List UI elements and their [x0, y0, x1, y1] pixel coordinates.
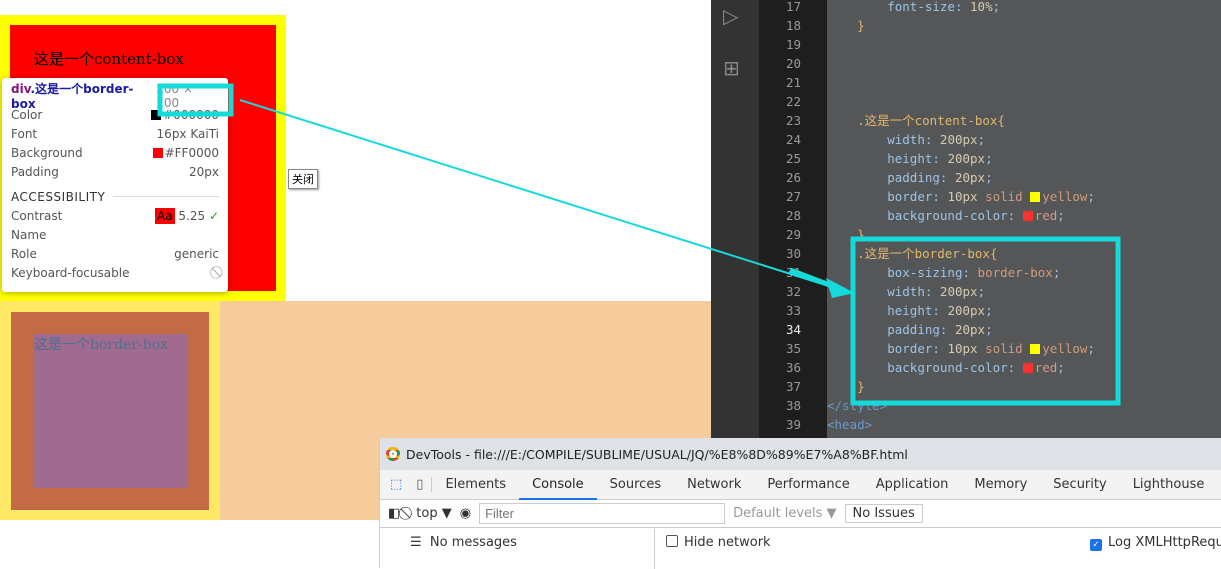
tab-application[interactable]: Application — [863, 470, 962, 500]
inspect-element-icon[interactable]: ⬚ — [380, 477, 408, 492]
log-xhr-label: Log XMLHttpRequests — [1108, 535, 1221, 550]
list-icon: ☰ — [410, 535, 422, 550]
hide-network-label: Hide network — [684, 535, 771, 550]
device-toggle-icon[interactable]: ▯ — [408, 477, 433, 492]
console-toolbar: ◧ ⃠ top ▼ ◉ Default levels ▼ No Issues — [380, 500, 1221, 528]
tab-memory[interactable]: Memory — [961, 470, 1040, 500]
eye-icon[interactable]: ◉ — [460, 506, 471, 521]
size-annotation-box — [157, 83, 234, 117]
tab-lighthouse[interactable]: Lighthouse — [1120, 470, 1218, 500]
tab-network[interactable]: Network — [674, 470, 754, 500]
hide-network-checkbox[interactable]: Hide network — [666, 535, 771, 550]
log-xhr-checkbox[interactable]: ✓Log XMLHttpRequests — [1090, 535, 1221, 551]
sidebar-item-label: No messages — [429, 535, 517, 550]
sidebar-item-messages[interactable]: ☰ No messages — [380, 529, 654, 550]
tab-sources[interactable]: Sources — [597, 470, 674, 500]
devtools-window: DevTools - file:///E:/COMPILE/SUBLIME/US… — [379, 438, 1221, 569]
code-annotation-box — [850, 236, 1121, 406]
devtools-tabs: ⬚ ▯ Elements Console Sources Network Perform… — [380, 470, 1221, 500]
devtools-title: DevTools - file:///E:/COMPILE/SUBLIME/US… — [406, 446, 908, 462]
annotation-arrow — [239, 99, 836, 289]
levels-dropdown[interactable]: Default levels ▼ — [733, 506, 836, 521]
filter-input[interactable] — [479, 503, 726, 524]
issues-button[interactable]: No Issues — [844, 504, 923, 523]
console-sidebar: ☰ No messages — [380, 529, 655, 569]
devtools-titlebar: DevTools - file:///E:/COMPILE/SUBLIME/US… — [380, 438, 1221, 470]
tab-performance[interactable]: Performance — [754, 470, 862, 500]
tab-elements[interactable]: Elements — [432, 470, 519, 500]
tab-console[interactable]: Console — [519, 470, 597, 500]
tab-security[interactable]: Security — [1040, 470, 1119, 500]
context-select[interactable]: top ▼ — [416, 506, 451, 521]
sidebar-toggle-icon[interactable]: ◧ — [388, 506, 400, 521]
chrome-icon — [386, 447, 400, 461]
